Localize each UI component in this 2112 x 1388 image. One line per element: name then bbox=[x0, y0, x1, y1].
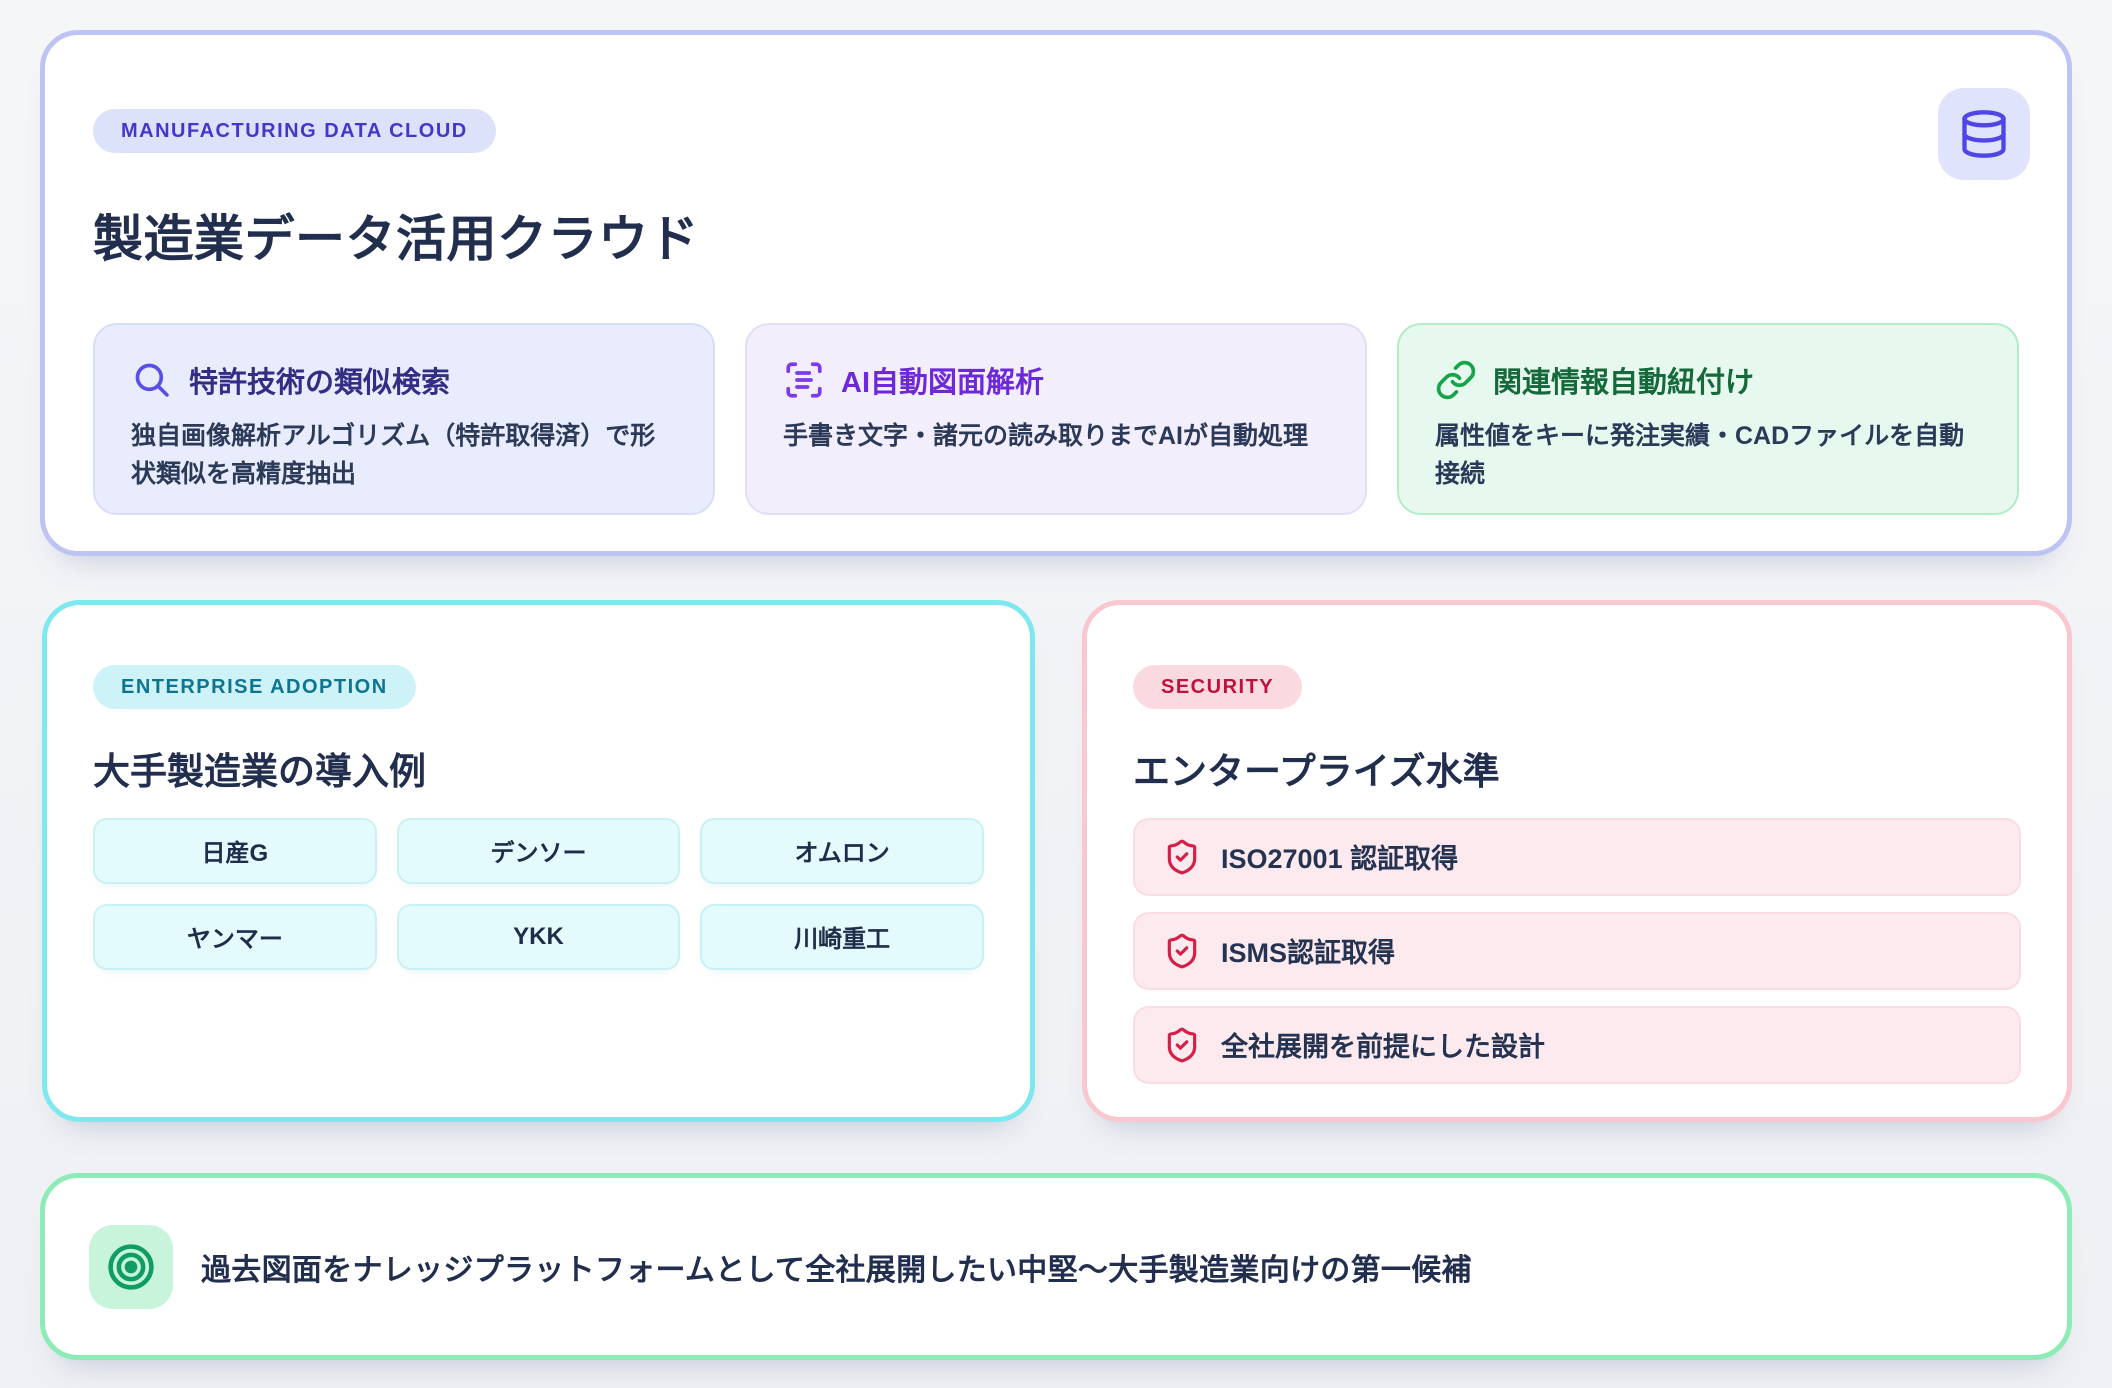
feature-description: 手書き文字・諸元の読み取りまでAIが自動処理 bbox=[783, 417, 1329, 455]
page-title: 製造業データ活用クラウド bbox=[93, 199, 2019, 271]
company-chip: 川崎重工 bbox=[700, 904, 984, 970]
hero-badge: MANUFACTURING DATA CLOUD bbox=[93, 109, 496, 153]
security-card: SECURITY エンタープライズ水準 ISO27001 認証取得 bbox=[1082, 600, 2072, 1122]
feature-row: 特許技術の類似検索 独自画像解析アルゴリズム（特許取得済）で形状類似を高精度抽出… bbox=[93, 323, 2019, 515]
feature-title: 関連情報自動紐付け bbox=[1493, 359, 1754, 401]
company-chip: オムロン bbox=[700, 818, 984, 884]
feature-title: 特許技術の類似検索 bbox=[189, 359, 450, 401]
company-chip: 日産G bbox=[93, 818, 377, 884]
security-item: 全社展開を前提にした設計 bbox=[1133, 1006, 2021, 1084]
target-audience-callout: 過去図面をナレッジプラットフォームとして全社展開したい中堅〜大手製造業向けの第一… bbox=[40, 1173, 2072, 1360]
shield-check-icon bbox=[1163, 1026, 1201, 1064]
scan-text-icon bbox=[783, 359, 825, 401]
search-icon bbox=[131, 359, 173, 401]
shield-check-icon bbox=[1163, 932, 1201, 970]
feature-description: 属性値をキーに発注実績・CADファイルを自動接続 bbox=[1435, 417, 1981, 493]
security-title: エンタープライズ水準 bbox=[1133, 751, 2021, 794]
target-icon bbox=[89, 1225, 173, 1309]
feature-card-patent-similarity-search: 特許技術の類似検索 独自画像解析アルゴリズム（特許取得済）で形状類似を高精度抽出 bbox=[93, 323, 715, 515]
security-item-label: ISMS認証取得 bbox=[1221, 931, 1395, 970]
enterprise-adoption-card: ENTERPRISE ADOPTION 大手製造業の導入例 日産G デンソー オ… bbox=[42, 600, 1035, 1122]
security-item: ISMS認証取得 bbox=[1133, 912, 2021, 990]
target-audience-text: 過去図面をナレッジプラットフォームとして全社展開したい中堅〜大手製造業向けの第一… bbox=[201, 1245, 1472, 1289]
infographic-canvas: MANUFACTURING DATA CLOUD 製造業データ活用クラウド 特許… bbox=[0, 0, 2112, 1388]
database-icon bbox=[1938, 88, 2030, 180]
hero-card: MANUFACTURING DATA CLOUD 製造業データ活用クラウド 特許… bbox=[40, 30, 2072, 556]
security-badge: SECURITY bbox=[1133, 665, 1302, 709]
security-item: ISO27001 認証取得 bbox=[1133, 818, 2021, 896]
feature-description: 独自画像解析アルゴリズム（特許取得済）で形状類似を高精度抽出 bbox=[131, 417, 677, 493]
adoption-badge: ENTERPRISE ADOPTION bbox=[93, 665, 416, 709]
link-icon bbox=[1435, 359, 1477, 401]
feature-card-ai-drawing-analysis: AI自動図面解析 手書き文字・諸元の読み取りまでAIが自動処理 bbox=[745, 323, 1367, 515]
shield-check-icon bbox=[1163, 838, 1201, 876]
adoption-title: 大手製造業の導入例 bbox=[93, 751, 984, 794]
company-chip: デンソー bbox=[397, 818, 681, 884]
security-item-label: 全社展開を前提にした設計 bbox=[1221, 1025, 1545, 1064]
feature-title: AI自動図面解析 bbox=[841, 359, 1044, 401]
security-item-label: ISO27001 認証取得 bbox=[1221, 837, 1458, 876]
feature-card-auto-linking: 関連情報自動紐付け 属性値をキーに発注実績・CADファイルを自動接続 bbox=[1397, 323, 2019, 515]
security-item-list: ISO27001 認証取得 ISMS認証取得 bbox=[1133, 818, 2021, 1084]
company-chip: YKK bbox=[397, 904, 681, 970]
company-chip: ヤンマー bbox=[93, 904, 377, 970]
company-chip-grid: 日産G デンソー オムロン ヤンマー YKK 川崎重工 bbox=[93, 818, 984, 970]
